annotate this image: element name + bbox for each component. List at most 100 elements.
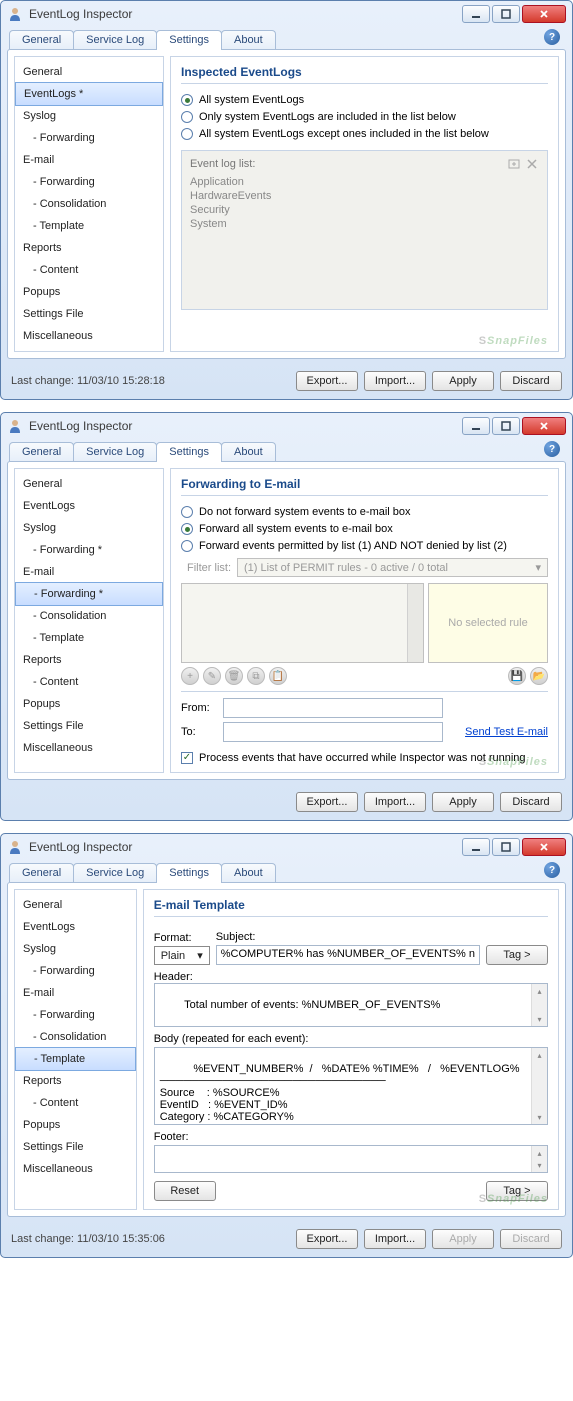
nav-settings-file[interactable]: Settings File bbox=[15, 1136, 136, 1158]
nav-settings-file[interactable]: Settings File bbox=[15, 303, 163, 325]
tab-settings[interactable]: Settings bbox=[156, 442, 222, 462]
nav-misc[interactable]: Miscellaneous bbox=[15, 325, 163, 347]
nav-syslog-forwarding[interactable]: Forwarding * bbox=[15, 539, 163, 561]
radio-no-forward[interactable]: Do not forward system events to e-mail b… bbox=[181, 506, 548, 518]
nav-content[interactable]: Content bbox=[15, 671, 163, 693]
nav-email-forwarding[interactable]: Forwarding bbox=[15, 171, 163, 193]
nav-popups[interactable]: Popups bbox=[15, 281, 163, 303]
import-button[interactable]: Import... bbox=[364, 792, 426, 812]
apply-button[interactable]: Apply bbox=[432, 792, 494, 812]
to-input[interactable] bbox=[223, 722, 443, 742]
nav-consolidation[interactable]: Consolidation bbox=[15, 605, 163, 627]
export-button[interactable]: Export... bbox=[296, 792, 358, 812]
close-button[interactable] bbox=[522, 838, 566, 856]
nav-email[interactable]: E-mail bbox=[15, 149, 163, 171]
loglist-item[interactable]: HardwareEvents bbox=[190, 189, 539, 203]
radio-forward-permitted[interactable]: Forward events permitted by list (1) AND… bbox=[181, 540, 548, 552]
tab-general[interactable]: General bbox=[9, 442, 74, 461]
scrollbar[interactable] bbox=[407, 584, 423, 662]
nav-settings-file[interactable]: Settings File bbox=[15, 715, 163, 737]
tab-settings[interactable]: Settings bbox=[156, 863, 222, 883]
nav-popups[interactable]: Popups bbox=[15, 693, 163, 715]
remove-log-icon[interactable] bbox=[525, 157, 539, 171]
nav-consolidation[interactable]: Consolidation bbox=[15, 193, 163, 215]
tab-service-log[interactable]: Service Log bbox=[73, 863, 157, 882]
tab-general[interactable]: General bbox=[9, 30, 74, 49]
tab-service-log[interactable]: Service Log bbox=[73, 30, 157, 49]
nav-reports[interactable]: Reports bbox=[15, 649, 163, 671]
nav-reports[interactable]: Reports bbox=[15, 237, 163, 259]
nav-syslog-forwarding[interactable]: Forwarding bbox=[15, 127, 163, 149]
maximize-button[interactable] bbox=[492, 838, 520, 856]
loglist-item[interactable]: System bbox=[190, 217, 539, 231]
nav-syslog-forwarding[interactable]: Forwarding bbox=[15, 960, 136, 982]
tab-settings[interactable]: Settings bbox=[156, 30, 222, 50]
apply-button[interactable]: Apply bbox=[432, 1229, 494, 1249]
discard-button[interactable]: Discard bbox=[500, 792, 562, 812]
minimize-button[interactable] bbox=[462, 5, 490, 23]
titlebar[interactable]: EventLog Inspector bbox=[1, 1, 572, 27]
export-button[interactable]: Export... bbox=[296, 1229, 358, 1249]
nav-syslog[interactable]: Syslog bbox=[15, 105, 163, 127]
loglist-item[interactable]: Security bbox=[190, 203, 539, 217]
discard-button[interactable]: Discard bbox=[500, 371, 562, 391]
maximize-button[interactable] bbox=[492, 417, 520, 435]
nav-email[interactable]: E-mail bbox=[15, 561, 163, 583]
from-input[interactable] bbox=[223, 698, 443, 718]
tag-button[interactable]: Tag > bbox=[486, 945, 548, 965]
nav-eventlogs[interactable]: EventLogs * bbox=[15, 82, 163, 106]
radio-all-system[interactable]: All system EventLogs bbox=[181, 94, 548, 106]
nav-template[interactable]: Template bbox=[15, 627, 163, 649]
scrollbar[interactable]: ▴▾ bbox=[531, 1048, 547, 1124]
nav-content[interactable]: Content bbox=[15, 1092, 136, 1114]
format-combo[interactable]: Plain▾ bbox=[154, 946, 210, 965]
nav-consolidation[interactable]: Consolidation bbox=[15, 1026, 136, 1048]
tab-about[interactable]: About bbox=[221, 442, 276, 461]
header-textarea[interactable]: Total number of events: %NUMBER_OF_EVENT… bbox=[154, 983, 548, 1027]
nav-general[interactable]: General bbox=[15, 61, 163, 83]
import-button[interactable]: Import... bbox=[364, 371, 426, 391]
subject-input[interactable]: %COMPUTER% has %NUMBER_OF_EVENTS% n bbox=[216, 945, 480, 965]
loglist-item[interactable]: Application bbox=[190, 175, 539, 189]
nav-general[interactable]: General bbox=[15, 894, 136, 916]
nav-popups[interactable]: Popups bbox=[15, 1114, 136, 1136]
help-icon[interactable]: ? bbox=[544, 441, 560, 457]
nav-eventlogs[interactable]: EventLogs bbox=[15, 495, 163, 517]
nav-general[interactable]: General bbox=[15, 473, 163, 495]
nav-template[interactable]: Template bbox=[15, 1047, 136, 1071]
tab-general[interactable]: General bbox=[9, 863, 74, 882]
nav-syslog[interactable]: Syslog bbox=[15, 517, 163, 539]
radio-except-included[interactable]: All system EventLogs except ones include… bbox=[181, 128, 548, 140]
scrollbar[interactable]: ▴▾ bbox=[531, 1146, 547, 1172]
close-button[interactable] bbox=[522, 417, 566, 435]
help-icon[interactable]: ? bbox=[544, 29, 560, 45]
radio-forward-all[interactable]: Forward all system events to e-mail box bbox=[181, 523, 548, 535]
titlebar[interactable]: EventLog Inspector bbox=[1, 834, 572, 860]
nav-reports[interactable]: Reports bbox=[15, 1070, 136, 1092]
body-textarea[interactable]: %EVENT_NUMBER% / %DATE% %TIME% / %EVENTL… bbox=[154, 1047, 548, 1125]
maximize-button[interactable] bbox=[492, 5, 520, 23]
help-icon[interactable]: ? bbox=[544, 862, 560, 878]
tab-about[interactable]: About bbox=[221, 30, 276, 49]
nav-email-forwarding[interactable]: Forwarding * bbox=[15, 582, 163, 606]
close-button[interactable] bbox=[522, 5, 566, 23]
minimize-button[interactable] bbox=[462, 417, 490, 435]
tab-service-log[interactable]: Service Log bbox=[73, 442, 157, 461]
import-button[interactable]: Import... bbox=[364, 1229, 426, 1249]
tag-button[interactable]: Tag > bbox=[486, 1181, 548, 1201]
nav-email-forwarding[interactable]: Forwarding bbox=[15, 1004, 136, 1026]
send-test-link[interactable]: Send Test E-mail bbox=[465, 726, 548, 738]
nav-content[interactable]: Content bbox=[15, 259, 163, 281]
footer-textarea[interactable]: ▴▾ bbox=[154, 1145, 548, 1173]
nav-eventlogs[interactable]: EventLogs bbox=[15, 916, 136, 938]
radio-only-included[interactable]: Only system EventLogs are included in th… bbox=[181, 111, 548, 123]
nav-template[interactable]: Template bbox=[15, 215, 163, 237]
add-log-icon[interactable] bbox=[507, 157, 521, 171]
tab-about[interactable]: About bbox=[221, 863, 276, 882]
process-occurred-checkbox[interactable]: Process events that have occurred while … bbox=[181, 752, 548, 764]
scrollbar[interactable]: ▴▾ bbox=[531, 984, 547, 1026]
nav-misc[interactable]: Miscellaneous bbox=[15, 737, 163, 759]
titlebar[interactable]: EventLog Inspector bbox=[1, 413, 572, 439]
export-button[interactable]: Export... bbox=[296, 371, 358, 391]
minimize-button[interactable] bbox=[462, 838, 490, 856]
